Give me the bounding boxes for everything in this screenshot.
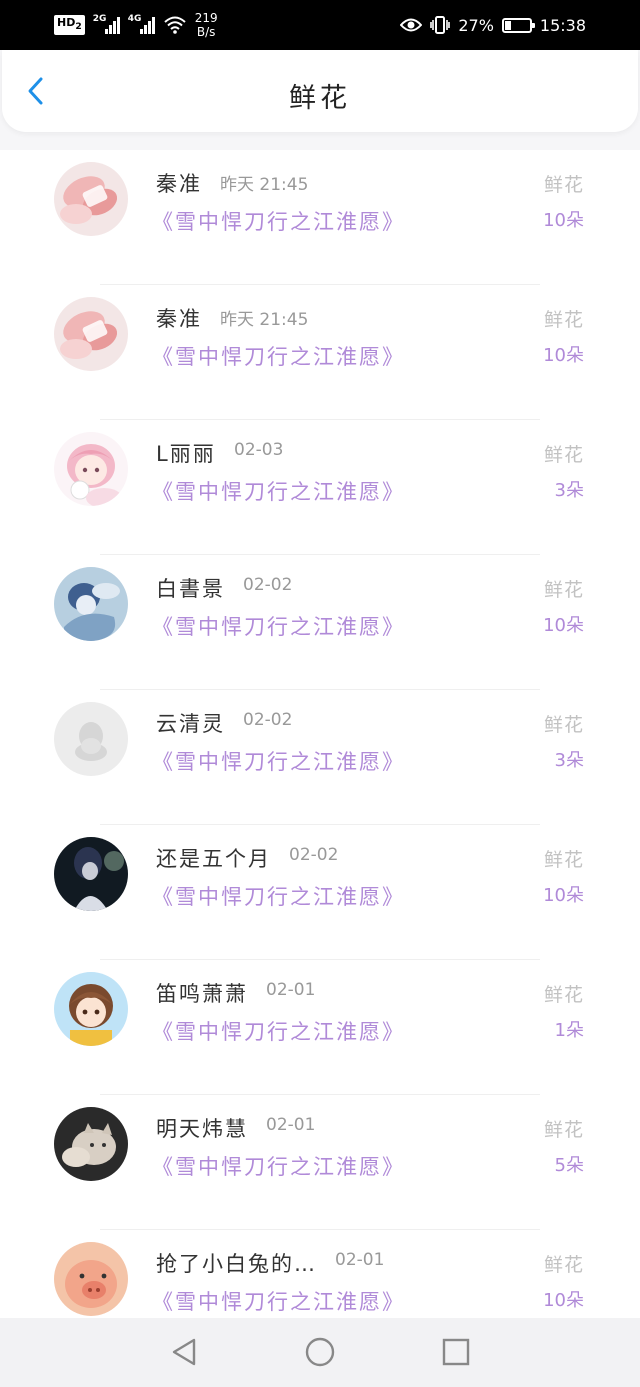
nav-home-button[interactable]: [302, 1334, 338, 1370]
net-type-1: 2G: [92, 14, 107, 24]
gift-count: 3朵: [554, 750, 584, 771]
list-item[interactable]: 秦准 昨天 21:45 《雪中悍刀行之江淮愿》 鲜花 10朵: [0, 150, 640, 285]
list-item[interactable]: L丽丽 02-03 《雪中悍刀行之江淮愿》 鲜花 3朵: [0, 420, 640, 555]
gift-type: 鲜花: [543, 444, 584, 466]
book-title[interactable]: 《雪中悍刀行之江淮愿》: [152, 341, 405, 371]
gift-time: 02-02: [243, 575, 293, 595]
status-bar-left: HD2 2G 4G 219 B/s: [54, 10, 218, 40]
list-item[interactable]: 抢了小白兔的… 02-01 《雪中悍刀行之江淮愿》 鲜花 10朵: [0, 1230, 640, 1318]
gift-count: 1朵: [554, 1020, 584, 1041]
gift-type: 鲜花: [543, 579, 584, 601]
gift-type: 鲜花: [543, 849, 584, 871]
user-name[interactable]: 笛鸣萧萧: [156, 978, 248, 1008]
gift-time: 02-01: [335, 1250, 385, 1270]
eye-icon: [400, 18, 423, 32]
battery-percent: 27%: [458, 15, 494, 35]
list-item[interactable]: 白書景 02-02 《雪中悍刀行之江淮愿》 鲜花 10朵: [0, 555, 640, 690]
gift-count: 10朵: [543, 1290, 584, 1311]
system-nav-bar: [0, 1318, 640, 1387]
gift-count: 10朵: [543, 345, 584, 366]
gift-type: 鲜花: [543, 714, 584, 736]
home-circle-icon: [305, 1337, 335, 1367]
flower-list[interactable]: 秦准 昨天 21:45 《雪中悍刀行之江淮愿》 鲜花 10朵 秦准 昨天 21:…: [0, 150, 640, 1318]
vibrate-icon: [430, 16, 451, 34]
status-bar: HD2 2G 4G 219 B/s 27% 15:38: [0, 0, 640, 50]
user-name[interactable]: 云清灵: [156, 708, 225, 738]
list-item[interactable]: 明天炜慧 02-01 《雪中悍刀行之江淮愿》 鲜花 5朵: [0, 1095, 640, 1230]
gift-count: 3朵: [554, 480, 584, 501]
user-name[interactable]: 秦准: [156, 168, 202, 198]
user-name[interactable]: 抢了小白兔的…: [156, 1248, 317, 1278]
gift-time: 02-02: [289, 845, 339, 865]
gift-time: 02-01: [266, 980, 316, 1000]
status-bar-right: 27% 15:38: [400, 10, 586, 40]
wifi-icon: [164, 16, 186, 34]
book-title[interactable]: 《雪中悍刀行之江淮愿》: [152, 611, 405, 641]
default-penguin-avatar[interactable]: [54, 702, 128, 776]
gift-time: 昨天 21:45: [220, 310, 309, 330]
list-item[interactable]: 秦准 昨天 21:45 《雪中悍刀行之江淮愿》 鲜花 10朵: [0, 285, 640, 420]
dark-anime-avatar[interactable]: [54, 837, 128, 911]
hd-badge: HD2: [54, 15, 85, 35]
nav-back-button[interactable]: [166, 1334, 202, 1370]
header: 鲜花: [2, 50, 638, 132]
user-name[interactable]: 还是五个月: [156, 843, 271, 873]
battery-fill: [504, 20, 511, 30]
blue-anime-avatar[interactable]: [54, 567, 128, 641]
book-title[interactable]: 《雪中悍刀行之江淮愿》: [152, 1151, 405, 1181]
list-item[interactable]: 笛鸣萧萧 02-01 《雪中悍刀行之江淮愿》 鲜花 1朵: [0, 960, 640, 1095]
nav-recents-button[interactable]: [438, 1334, 474, 1370]
list-item[interactable]: 云清灵 02-02 《雪中悍刀行之江淮愿》 鲜花 3朵: [0, 690, 640, 825]
book-title[interactable]: 《雪中悍刀行之江淮愿》: [152, 881, 405, 911]
pink-anime-girl-avatar[interactable]: [54, 432, 128, 506]
network-speed: 219 B/s: [195, 11, 218, 39]
hand-photo-avatar[interactable]: [54, 297, 128, 371]
book-title[interactable]: 《雪中悍刀行之江淮愿》: [152, 746, 405, 776]
user-name[interactable]: 白書景: [156, 573, 225, 603]
book-title[interactable]: 《雪中悍刀行之江淮愿》: [152, 1286, 405, 1316]
net-type-2: 4G: [127, 14, 142, 24]
book-title[interactable]: 《雪中悍刀行之江淮愿》: [152, 1016, 405, 1046]
gift-count: 5朵: [554, 1155, 584, 1176]
gift-count: 10朵: [543, 210, 584, 231]
gift-type: 鲜花: [543, 1119, 584, 1141]
user-name[interactable]: 明天炜慧: [156, 1113, 248, 1143]
hd-sub-label: 2: [75, 21, 82, 33]
signal-icon: 2G: [92, 14, 120, 34]
list-item[interactable]: 还是五个月 02-02 《雪中悍刀行之江淮愿》 鲜花 10朵: [0, 825, 640, 960]
speed-unit: B/s: [196, 25, 216, 39]
gift-time: 昨天 21:45: [220, 175, 309, 195]
user-name[interactable]: 秦准: [156, 303, 202, 333]
gift-type: 鲜花: [543, 984, 584, 1006]
book-title[interactable]: 《雪中悍刀行之江淮愿》: [152, 476, 405, 506]
status-time: 15:38: [539, 15, 586, 35]
gift-type: 鲜花: [543, 309, 584, 331]
brown-hair-girl-avatar[interactable]: [54, 972, 128, 1046]
gift-type: 鲜花: [543, 174, 584, 196]
hd-label: HD: [57, 16, 76, 30]
cat-photo-avatar[interactable]: [54, 1107, 128, 1181]
battery-icon: [501, 17, 535, 33]
recents-square-icon: [442, 1338, 470, 1366]
gift-time: 02-02: [243, 710, 293, 730]
gift-time: 02-03: [234, 440, 284, 460]
user-name[interactable]: L丽丽: [156, 438, 216, 468]
gift-count: 10朵: [543, 885, 584, 906]
signal-icon: 4G: [127, 14, 155, 34]
gift-time: 02-01: [266, 1115, 316, 1135]
speed-value: 219: [194, 11, 218, 25]
book-title[interactable]: 《雪中悍刀行之江淮愿》: [152, 206, 405, 236]
gift-count: 10朵: [543, 615, 584, 636]
pig-photo-avatar[interactable]: [54, 1242, 128, 1316]
gift-type: 鲜花: [543, 1254, 584, 1276]
page-title: 鲜花: [289, 83, 351, 114]
hand-photo-avatar[interactable]: [54, 162, 128, 236]
back-triangle-icon: [172, 1338, 196, 1366]
